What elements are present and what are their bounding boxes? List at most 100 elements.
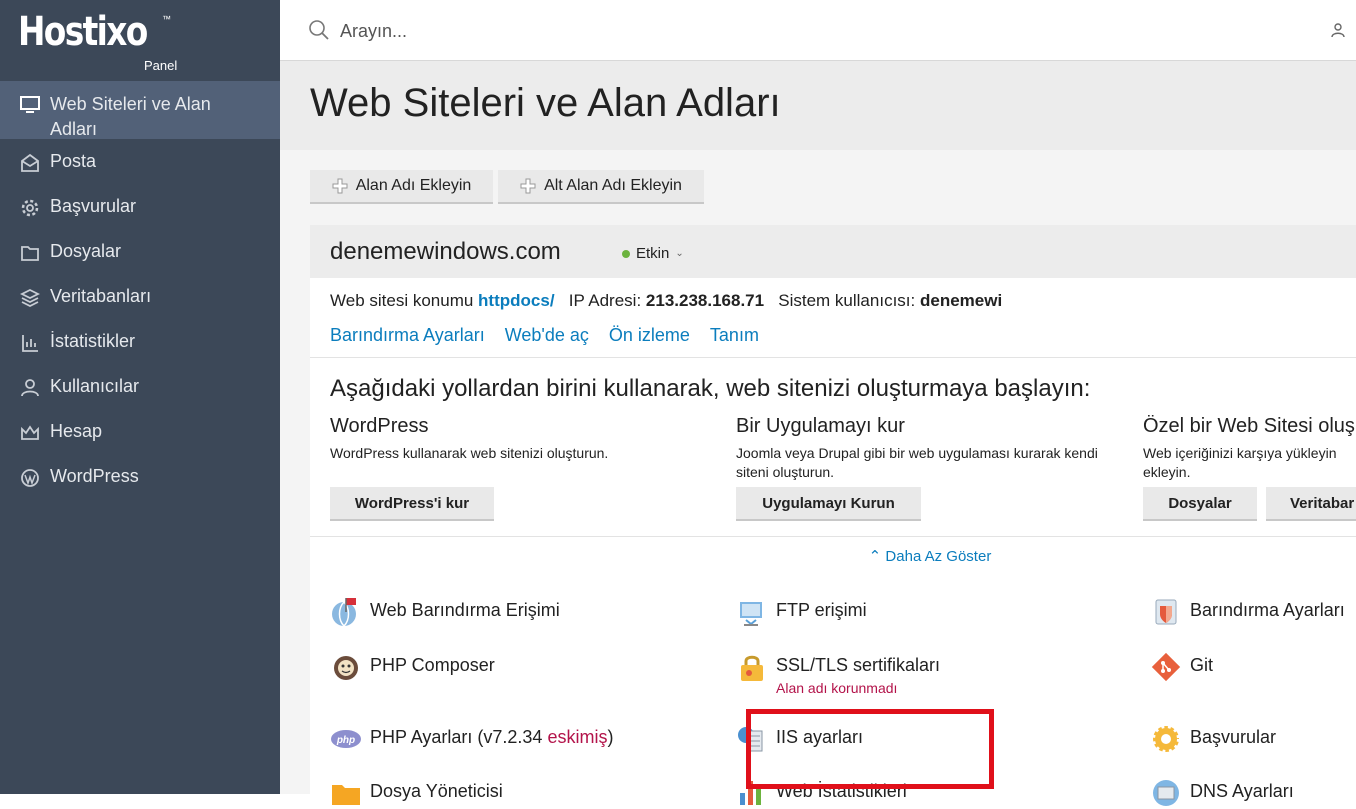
crown-icon	[21, 425, 39, 440]
tool-label: DNS Ayarları	[1190, 781, 1294, 801]
tool-label: PHP Ayarları (v7.2.34	[370, 727, 548, 747]
tool-label: Barındırma Ayarları	[1190, 600, 1345, 620]
status-label: Etkin	[636, 245, 670, 262]
plus-icon	[332, 178, 348, 194]
ip-value: 213.238.168.71	[645, 291, 765, 310]
location-label: Web sitesi konumu	[330, 291, 474, 310]
files-button[interactable]: Dosyalar	[1143, 487, 1257, 521]
start-title: Aşağıdaki yollardan birini kullanarak, w…	[330, 375, 1091, 402]
sidebar-item-databases[interactable]: Veritabanları	[0, 274, 280, 319]
divider	[310, 536, 1356, 537]
preview-link[interactable]: Ön izleme	[609, 325, 690, 345]
divider	[310, 357, 1356, 358]
tool-label: Git	[1190, 655, 1214, 675]
sidebar: Hostixo ™ Panel Web Siteleri ve Alan Adl…	[0, 0, 280, 794]
ip-label: IP Adresi:	[568, 291, 642, 310]
add-subdomain-label: Alt Alan Adı Ekleyin	[544, 177, 682, 194]
option-title: Özel bir Web Sitesi oluş	[1143, 415, 1355, 437]
add-subdomain-button[interactable]: Alt Alan Adı Ekleyin	[498, 170, 704, 204]
hosting-settings-link[interactable]: Barındırma Ayarları	[330, 325, 485, 345]
folder-icon	[332, 785, 360, 805]
ssl-text: SSL/TLS sertifikaları Alan adı korunmadı	[776, 655, 940, 696]
open-in-web-link[interactable]: Web'de aç	[505, 325, 589, 345]
install-app-button[interactable]: Uygulamayı Kurun	[736, 487, 921, 521]
domain-info: Web sitesi konumu httpdocs/ IP Adresi: 2…	[330, 291, 1002, 311]
tool-label: Web Barındırma Erişimi	[370, 600, 560, 620]
tool-label: SSL/TLS sertifikaları	[776, 655, 941, 675]
tool-git[interactable]: Git	[1150, 652, 1214, 683]
ssl-highlight-box	[746, 709, 994, 789]
tool-applications[interactable]: Başvurular	[1150, 724, 1277, 755]
sidebar-item-applications[interactable]: Başvurular	[0, 184, 280, 229]
domain-links: Barındırma Ayarları Web'de aç Ön izleme Tan…	[330, 325, 779, 346]
add-domain-button[interactable]: Alan Adı Ekleyin	[310, 170, 493, 204]
dns-icon	[1153, 780, 1179, 806]
tool-file-manager[interactable]: Dosya Yöneticisi	[330, 781, 503, 809]
tool-ssl-certificates[interactable]: SSL/TLS sertifikaları Alan adı korunmadı	[736, 655, 940, 696]
show-less-link[interactable]: ⌃ Daha Az Göster	[310, 547, 1356, 565]
php-close: )	[607, 727, 614, 747]
logo[interactable]: Hostixo ™ Panel	[18, 9, 177, 73]
show-less-label: Daha Az Göster	[885, 548, 992, 565]
option-wordpress: WordPress WordPress kullanarak web siten…	[330, 415, 720, 463]
option-desc: Web içeriğinizi karşıya yükleyin ekleyin…	[1143, 445, 1337, 480]
user-account-icon[interactable]	[1330, 22, 1346, 38]
ftp-folder-icon	[740, 602, 762, 626]
page-header: Web Siteleri ve Alan Adları	[280, 61, 1356, 150]
svg-text:php: php	[336, 735, 355, 746]
sidebar-item-websites[interactable]: Web Siteleri ve Alan Adları	[0, 81, 280, 139]
sidebar-item-account[interactable]: Hesap	[0, 409, 280, 454]
logo-text: Hostixo	[18, 9, 148, 55]
sidebar-item-label: Hesap	[50, 421, 103, 441]
chevron-down-icon: ⌄	[675, 248, 684, 259]
option-title: WordPress	[330, 415, 429, 437]
chevron-up-icon: ⌃	[868, 548, 882, 565]
stats-icon	[22, 335, 38, 352]
option-custom: Özel bir Web Sitesi oluş Web içeriğinizi…	[1143, 415, 1356, 482]
sidebar-nav: Web Siteleri ve Alan Adları Posta Başvur…	[0, 81, 280, 499]
sidebar-item-label: Dosyalar	[50, 241, 122, 261]
tool-php-composer[interactable]: PHP Composer	[330, 655, 495, 683]
database-icon	[20, 288, 40, 308]
sidebar-item-label: WordPress	[50, 466, 139, 486]
tool-dns-settings[interactable]: DNS Ayarları	[1150, 780, 1294, 809]
sidebar-item-statistics[interactable]: İstatistikler	[0, 319, 280, 364]
description-link[interactable]: Tanım	[710, 325, 759, 345]
sidebar-item-wordpress[interactable]: WordPress	[0, 454, 280, 499]
user-icon	[21, 379, 39, 397]
domain-name[interactable]: denemewindows.com	[330, 238, 561, 266]
sidebar-item-users[interactable]: Kullanıcılar	[0, 364, 280, 409]
php-outdated-link[interactable]: eskimiş	[547, 727, 607, 747]
install-wordpress-button[interactable]: WordPress'i kur	[330, 487, 494, 521]
databases-button[interactable]: Veritabar	[1266, 487, 1356, 521]
sysuser-label: Sistem kullanıcısı:	[778, 291, 916, 310]
composer-icon	[334, 656, 358, 680]
status-dropdown[interactable]: Etkin ⌄	[622, 245, 684, 262]
search-input[interactable]	[338, 16, 942, 46]
sidebar-item-label: Posta	[50, 151, 97, 171]
tool-label: FTP erişimi	[776, 600, 867, 620]
sidebar-item-files[interactable]: Dosyalar	[0, 229, 280, 274]
php-settings-text: PHP Ayarları (v7.2.34 eskimiş)	[370, 727, 613, 748]
main-content: Alan Adı Ekleyin Alt Alan Adı Ekleyin de…	[280, 150, 1356, 806]
location-link[interactable]: httpdocs/	[478, 291, 555, 310]
option-desc: Joomla veya Drupal gibi bir web uygulama…	[736, 445, 1098, 480]
monitor-icon	[20, 96, 40, 113]
sidebar-item-mail[interactable]: Posta	[0, 139, 280, 184]
logo-trademark: ™	[162, 14, 171, 24]
tool-hosting-settings[interactable]: Barındırma Ayarları	[1150, 599, 1345, 628]
ssl-warning: Alan adı korunmadı	[776, 680, 898, 696]
tool-php-settings[interactable]: php PHP Ayarları (v7.2.34 eskimiş)	[330, 727, 613, 755]
logo-subtitle: Panel	[144, 58, 178, 73]
tool-web-hosting-access[interactable]: Web Barındırma Erişimi	[330, 598, 560, 628]
git-icon	[1151, 652, 1181, 682]
status-dot	[622, 249, 630, 258]
sidebar-item-label: Veritabanları	[50, 286, 152, 306]
lock-icon	[741, 655, 763, 681]
tool-ftp-access[interactable]: FTP erişimi	[736, 600, 867, 628]
tool-label: Dosya Yöneticisi	[370, 781, 503, 801]
domain-card: denemewindows.com Etkin ⌄ Web sitesi kon…	[310, 225, 1356, 806]
option-app: Bir Uygulamayı kur Joomla veya Drupal gi…	[736, 415, 1126, 482]
option-title: Bir Uygulamayı kur	[736, 415, 905, 437]
tool-label: Başvurular	[1190, 727, 1277, 747]
